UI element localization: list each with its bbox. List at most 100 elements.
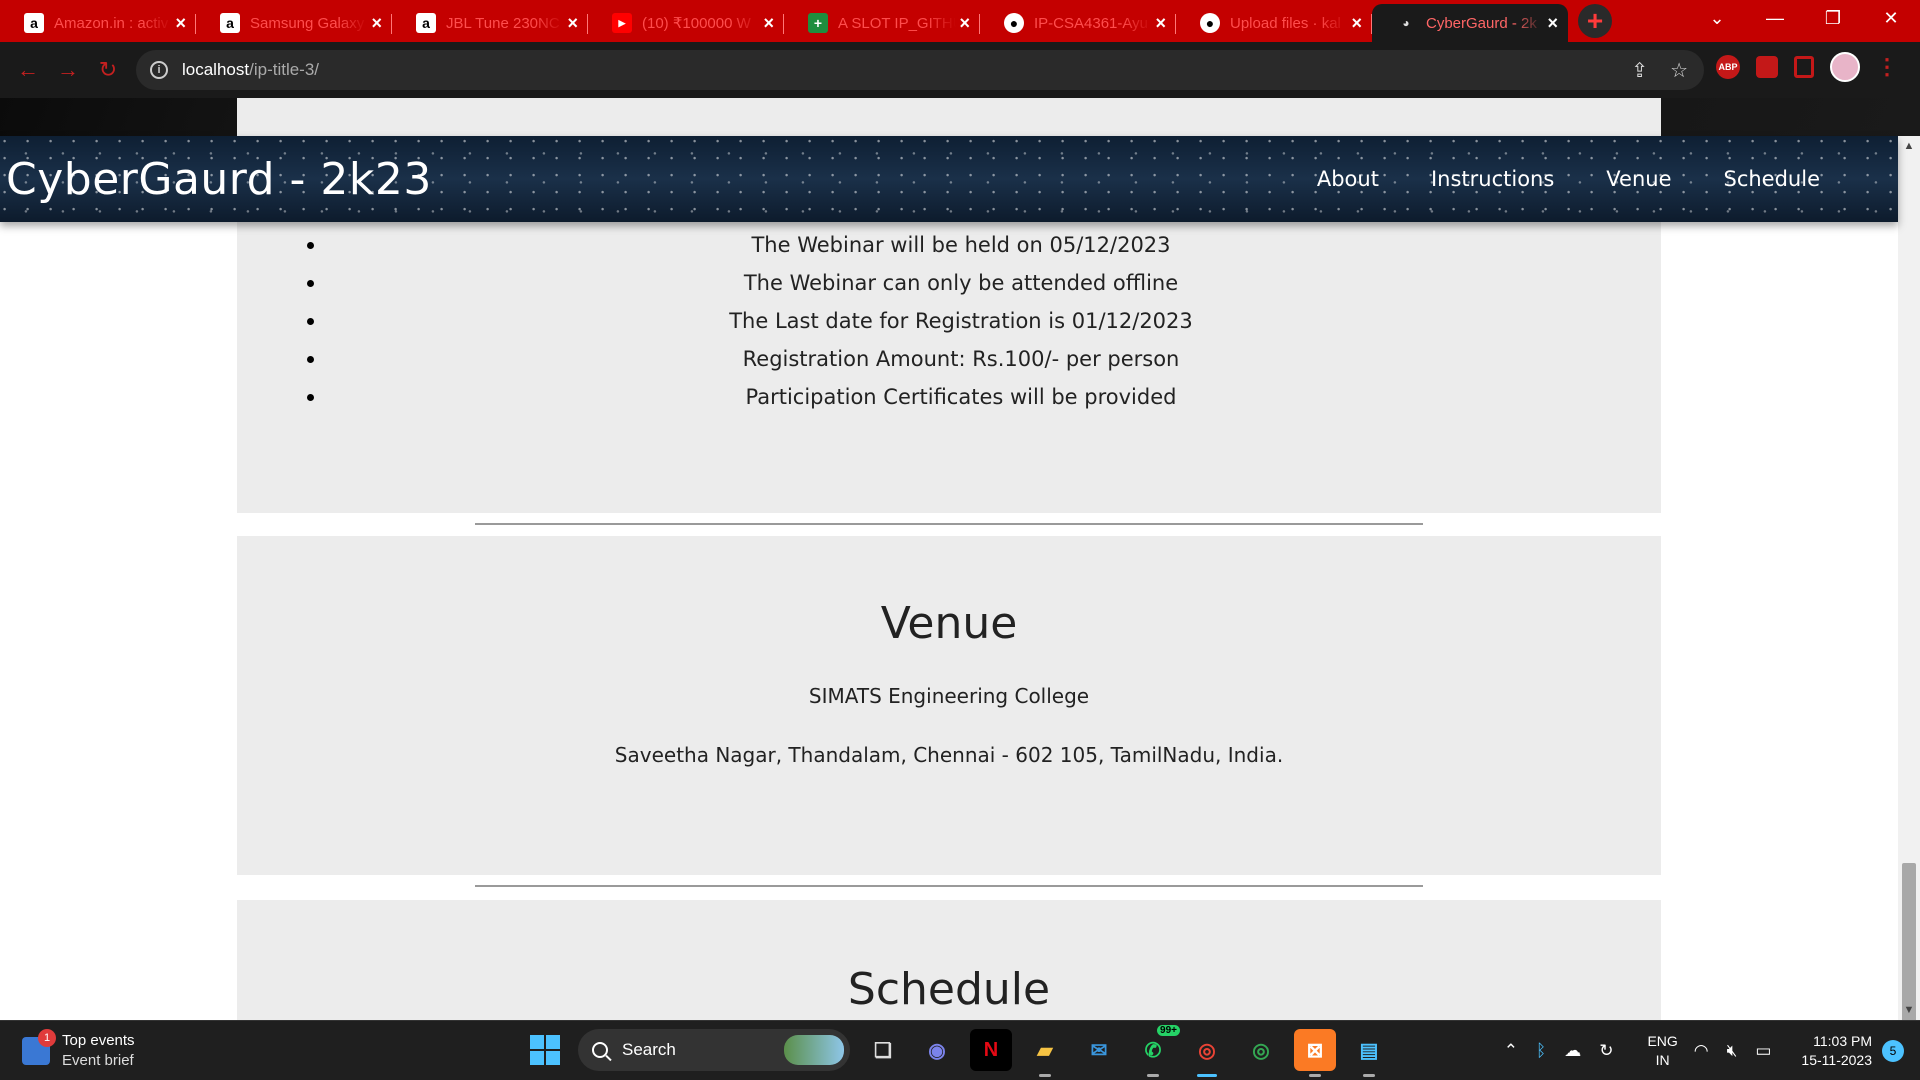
close-tab-icon[interactable]: × bbox=[175, 13, 186, 34]
bookmark-star-icon[interactable]: ☆ bbox=[1670, 58, 1688, 83]
restore-icon[interactable]: ❐ bbox=[1804, 0, 1862, 36]
close-tab-icon[interactable]: × bbox=[371, 13, 382, 34]
notepad-icon[interactable]: ▤ bbox=[1348, 1029, 1390, 1077]
system-tray: ⌃ ᛒ ☁ ↻ ENG IN ◠ 🔇︎ ▭ 11:03 PM 15-11-202… bbox=[1504, 1021, 1920, 1080]
bluetooth-icon[interactable]: ᛒ bbox=[1536, 1041, 1546, 1061]
search-icon bbox=[592, 1042, 608, 1058]
tab-sheets[interactable]: + A SLOT IP_GITHU × bbox=[784, 4, 980, 42]
clock-time: 11:03 PM bbox=[1813, 1033, 1872, 1049]
forward-icon[interactable]: → bbox=[48, 50, 88, 90]
notification-badge[interactable]: 5 bbox=[1882, 1040, 1904, 1062]
tab-title: CyberGaurd - 2k bbox=[1426, 14, 1537, 32]
extension-icon[interactable] bbox=[1756, 56, 1778, 78]
side-panel-icon[interactable] bbox=[1794, 56, 1814, 78]
venue-name: SIMATS Engineering College bbox=[808, 684, 1090, 708]
show-hidden-icons-icon[interactable]: ⌃ bbox=[1504, 1041, 1518, 1061]
taskbar-apps: Search ❏ ◉ N ▰ ✉ ✆ 99+ ◎ ◎ ⊠ ▤ bbox=[524, 1025, 1390, 1077]
amazon-icon: a bbox=[24, 13, 44, 33]
tab-amazon-activ[interactable]: a Amazon.in : activ × bbox=[0, 4, 196, 42]
schedule-title: Schedule bbox=[847, 964, 1051, 1015]
scroll-up-icon[interactable]: ▲ bbox=[1898, 136, 1920, 156]
page-scrollbar[interactable]: ▲ ▼ bbox=[1898, 136, 1920, 1020]
close-window-icon[interactable]: ✕ bbox=[1862, 0, 1920, 36]
start-button[interactable] bbox=[524, 1029, 566, 1071]
tab-title: A SLOT IP_GITHU bbox=[838, 14, 956, 32]
chrome-menu-icon[interactable]: ⋮ bbox=[1876, 54, 1898, 80]
close-tab-icon[interactable]: × bbox=[1351, 13, 1362, 34]
tab-search-icon[interactable]: ⌄ bbox=[1688, 0, 1746, 36]
page-content: The Webinar will be held on 05/12/2023 T… bbox=[0, 98, 1898, 1020]
windows-taskbar: 1 Top events Event brief Search ❏ ◉ N ▰ … bbox=[0, 1020, 1920, 1080]
instruction-text: Participation Certificates will be provi… bbox=[745, 385, 1177, 409]
address-bar[interactable]: i localhost/ip-title-3/ ⇪ ☆ bbox=[136, 50, 1704, 90]
site-nav-links: About Instructions Venue Schedule bbox=[1291, 167, 1846, 191]
nav-link-instructions[interactable]: Instructions bbox=[1405, 167, 1580, 191]
whatsapp-icon[interactable]: ✆ 99+ bbox=[1132, 1025, 1180, 1077]
tab-youtube[interactable]: ▶ (10) ₹100000 W × bbox=[588, 4, 784, 42]
profile-avatar[interactable] bbox=[1830, 52, 1860, 82]
tab-github-ip[interactable]: ● IP-CSA4361-Ayu × bbox=[980, 4, 1176, 42]
new-tab-button[interactable]: + bbox=[1578, 4, 1612, 38]
mail-icon[interactable]: ✉ bbox=[1078, 1029, 1120, 1071]
tab-title: JBL Tune 230NC bbox=[446, 14, 560, 32]
window-controls: ⌄ — ❐ ✕ bbox=[1688, 0, 1920, 36]
battery-icon[interactable]: ▭ bbox=[1755, 1041, 1771, 1061]
xampp-icon[interactable]: ⊠ bbox=[1294, 1029, 1336, 1077]
scrollbar-thumb[interactable] bbox=[1902, 863, 1916, 1020]
instructions-list: The Webinar will be held on 05/12/2023 T… bbox=[237, 226, 1661, 416]
list-item: The Last date for Registration is 01/12/… bbox=[237, 302, 1661, 340]
calendar-widget-icon: 1 bbox=[22, 1029, 56, 1065]
widget-badge: 1 bbox=[38, 1029, 56, 1047]
tab-github-upload[interactable]: ● Upload files · kal × bbox=[1176, 4, 1372, 42]
list-item: The Webinar can only be attended offline bbox=[237, 264, 1661, 302]
tab-jbl[interactable]: a JBL Tune 230NC × bbox=[392, 4, 588, 42]
volume-muted-icon[interactable]: 🔇︎ bbox=[1727, 1041, 1738, 1061]
tab-samsung[interactable]: a Samsung Galaxy × bbox=[196, 4, 392, 42]
youtube-icon: ▶ bbox=[612, 13, 632, 33]
netflix-icon[interactable]: N bbox=[970, 1029, 1012, 1071]
task-view-icon[interactable]: ❏ bbox=[862, 1029, 904, 1071]
back-icon[interactable]: ← bbox=[8, 50, 48, 90]
taskbar-search[interactable]: Search bbox=[578, 1029, 850, 1071]
tab-strip: a Amazon.in : activ × a Samsung Galaxy ×… bbox=[0, 0, 1920, 42]
minimize-icon[interactable]: — bbox=[1746, 0, 1804, 36]
close-tab-icon[interactable]: × bbox=[1547, 13, 1558, 34]
site-brand[interactable]: CyberGaurd - 2k23 bbox=[6, 154, 432, 205]
close-tab-icon[interactable]: × bbox=[763, 13, 774, 34]
reload-icon[interactable]: ↻ bbox=[88, 50, 128, 90]
site-info-icon[interactable]: i bbox=[150, 61, 168, 79]
extensions-area: ABP ⋮ bbox=[1716, 52, 1898, 82]
section-divider bbox=[475, 523, 1423, 525]
sync-icon[interactable]: ↻ bbox=[1599, 1041, 1613, 1061]
adblock-plus-icon[interactable]: ABP bbox=[1716, 55, 1740, 79]
tab-cybergaurd[interactable]: ◕ CyberGaurd - 2k × bbox=[1372, 4, 1568, 42]
share-icon[interactable]: ⇪ bbox=[1631, 58, 1648, 83]
url-text[interactable]: localhost/ip-title-3/ bbox=[182, 60, 319, 80]
scroll-down-icon[interactable]: ▼ bbox=[1898, 1000, 1920, 1020]
list-item: Participation Certificates will be provi… bbox=[237, 378, 1661, 416]
close-tab-icon[interactable]: × bbox=[567, 13, 578, 34]
url-path: /ip-title-3/ bbox=[249, 60, 320, 79]
nav-link-venue[interactable]: Venue bbox=[1580, 167, 1697, 191]
nav-link-about[interactable]: About bbox=[1291, 167, 1405, 191]
file-explorer-icon[interactable]: ▰ bbox=[1024, 1029, 1066, 1077]
lang-line1: ENG bbox=[1647, 1033, 1678, 1049]
chrome-icon[interactable]: ◎ bbox=[1186, 1029, 1228, 1077]
widget-title: Top events bbox=[62, 1032, 135, 1049]
nav-link-schedule[interactable]: Schedule bbox=[1698, 167, 1847, 191]
clock[interactable]: 11:03 PM 15-11-2023 bbox=[1801, 1032, 1872, 1070]
wifi-icon[interactable]: ◠ bbox=[1694, 1041, 1709, 1061]
site-navbar: CyberGaurd - 2k23 About Instructions Ven… bbox=[0, 136, 1898, 222]
amazon-icon: a bbox=[220, 13, 240, 33]
widgets-button[interactable]: 1 Top events Event brief bbox=[22, 1029, 135, 1071]
instruction-text: The Webinar will be held on 05/12/2023 bbox=[751, 233, 1171, 257]
chrome-profile-icon[interactable]: ◎ bbox=[1240, 1029, 1282, 1071]
tab-title: IP-CSA4361-Ayu bbox=[1034, 14, 1148, 32]
close-tab-icon[interactable]: × bbox=[1155, 13, 1166, 34]
close-tab-icon[interactable]: × bbox=[959, 13, 970, 34]
list-item: The Webinar will be held on 05/12/2023 bbox=[237, 226, 1661, 264]
onedrive-icon[interactable]: ☁ bbox=[1564, 1041, 1581, 1061]
language-indicator[interactable]: ENG IN bbox=[1647, 1032, 1677, 1070]
sheets-icon: + bbox=[808, 13, 828, 33]
teams-chat-icon[interactable]: ◉ bbox=[916, 1029, 958, 1071]
